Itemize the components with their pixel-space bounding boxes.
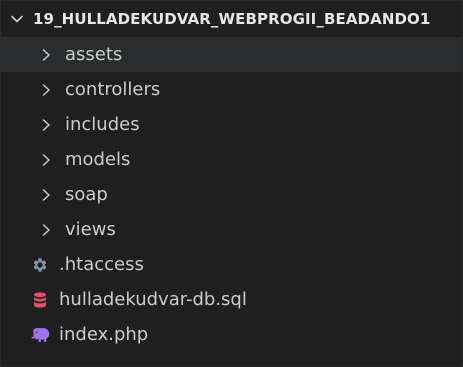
chevron-right-icon <box>37 81 55 99</box>
folder-item-assets[interactable]: assets <box>1 37 462 72</box>
chevron-right-icon <box>37 151 55 169</box>
folder-label: models <box>65 148 131 170</box>
file-item-htaccess[interactable]: .htaccess <box>1 247 462 282</box>
folder-item-views[interactable]: views <box>1 212 462 247</box>
chevron-right-icon <box>37 46 55 64</box>
file-explorer: 19_HULLADEKUDVAR_WEBPROGII_BEADANDO1 ass… <box>0 0 463 367</box>
php-elephant-icon <box>29 324 51 346</box>
database-icon <box>29 289 51 311</box>
folder-item-controllers[interactable]: controllers <box>1 72 462 107</box>
folder-item-includes[interactable]: includes <box>1 107 462 142</box>
file-item-sql[interactable]: hulladekudvar-db.sql <box>1 282 462 317</box>
chevron-down-icon <box>7 9 27 29</box>
file-label: hulladekudvar-db.sql <box>59 288 247 310</box>
gear-icon <box>29 254 51 276</box>
chevron-right-icon <box>37 116 55 134</box>
file-item-index-php[interactable]: index.php <box>1 317 462 352</box>
folder-label: assets <box>65 43 123 65</box>
folder-item-soap[interactable]: soap <box>1 177 462 212</box>
file-label: index.php <box>59 323 149 345</box>
folder-label: includes <box>65 113 140 135</box>
chevron-right-icon <box>37 221 55 239</box>
folder-item-models[interactable]: models <box>1 142 462 177</box>
workspace-root-header[interactable]: 19_HULLADEKUDVAR_WEBPROGII_BEADANDO1 <box>1 1 462 37</box>
folder-label: controllers <box>65 78 161 100</box>
file-label: .htaccess <box>59 253 144 275</box>
folder-label: views <box>65 218 116 240</box>
workspace-root-label: 19_HULLADEKUDVAR_WEBPROGII_BEADANDO1 <box>33 9 431 28</box>
folder-label: soap <box>65 183 108 205</box>
chevron-right-icon <box>37 186 55 204</box>
